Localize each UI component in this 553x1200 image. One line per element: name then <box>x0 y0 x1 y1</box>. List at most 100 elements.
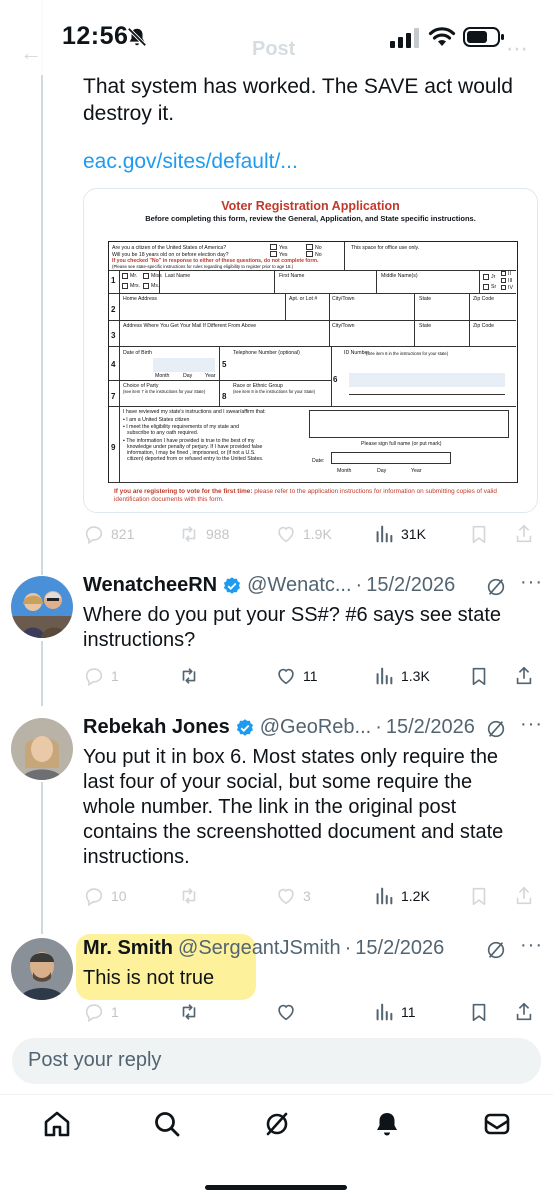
form-iii: III <box>508 278 513 284</box>
post-link[interactable]: eac.gov/sites/default/... <box>83 150 298 174</box>
author-handle[interactable]: @SergeantJSmith <box>178 937 341 960</box>
repost-button[interactable] <box>178 884 200 908</box>
form-date-month: Month <box>337 468 352 474</box>
repost-icon <box>182 668 196 684</box>
reply-actions: 1 11 1.3K <box>83 664 538 688</box>
verified-badge-icon <box>224 576 241 594</box>
author-handle[interactable]: @Wenatc... <box>247 574 351 597</box>
reply-input[interactable]: Post your reply <box>12 1038 541 1084</box>
repost-button[interactable]: 988 <box>178 522 229 546</box>
like-count: 1.9K <box>303 526 332 542</box>
silent-bell-icon <box>127 27 147 47</box>
bookmark-icon <box>472 1003 486 1022</box>
reply-count: 1 <box>111 1004 119 1020</box>
repost-button[interactable] <box>178 664 200 688</box>
thread-line <box>41 0 43 575</box>
share-button[interactable] <box>513 884 535 908</box>
author-name[interactable]: Rebekah Jones <box>83 716 230 739</box>
repost-button[interactable] <box>178 1000 200 1024</box>
more-options-icon[interactable]: ··· <box>520 571 543 594</box>
form-iv: IV <box>508 285 513 291</box>
share-button[interactable] <box>513 664 535 688</box>
views-button[interactable]: 1.3K <box>373 664 430 688</box>
repost-icon <box>182 1004 196 1020</box>
reply-composer: Post your reply <box>0 1028 553 1094</box>
form-yes: Yes <box>279 245 288 251</box>
bookmark-button[interactable] <box>468 1000 490 1024</box>
views-chart-icon <box>376 887 393 905</box>
like-button[interactable] <box>275 1000 297 1024</box>
bookmark-button[interactable] <box>468 522 490 546</box>
reply-icon <box>85 888 103 907</box>
form-subtitle: Before completing this form, review the … <box>145 214 476 223</box>
more-options-icon[interactable]: ⋯ <box>506 36 528 62</box>
header-separator: · <box>355 574 363 596</box>
form-footnote: If you are registering to vote for the f… <box>114 488 514 504</box>
reply-header: Rebekah Jones @GeoReb... · 15/2/2026 <box>83 716 475 739</box>
reply-button[interactable]: 1 <box>83 1000 119 1024</box>
grok-icon[interactable] <box>485 576 507 598</box>
repost-icon <box>182 888 196 904</box>
like-count: 11 <box>303 668 318 684</box>
heart-icon <box>278 1004 294 1021</box>
reply-button[interactable]: 1 <box>83 664 119 688</box>
reply-button[interactable]: 10 <box>83 884 127 908</box>
form-state: State <box>419 296 432 302</box>
like-count: 3 <box>303 888 311 904</box>
view-count: 1.2K <box>401 888 430 904</box>
avatar[interactable] <box>11 576 73 638</box>
author-handle[interactable]: @GeoReb... <box>260 716 371 739</box>
views-button[interactable]: 1.2K <box>373 884 430 908</box>
bookmark-button[interactable] <box>468 884 490 908</box>
form-grid: Are you a citizen of the United States o… <box>108 241 518 483</box>
form-mail-address: Address Where You Get Your Mail If Diffe… <box>123 323 257 329</box>
notifications-bell-icon[interactable] <box>372 1109 402 1139</box>
post-date: 15/2/2026 <box>366 574 456 596</box>
form-miss: Miss <box>151 273 162 279</box>
avatar[interactable] <box>11 938 73 1000</box>
reply-actions: 10 3 1.2K <box>83 884 538 908</box>
reply-text: Where do you put your SS#? #6 says see s… <box>83 604 502 651</box>
views-button[interactable]: 11 <box>373 1000 416 1024</box>
form-mr: Mr. <box>130 273 138 279</box>
search-icon[interactable] <box>152 1109 182 1139</box>
avatar[interactable] <box>11 718 73 780</box>
form-state-2: State <box>419 323 432 329</box>
thread-line <box>41 782 43 934</box>
home-icon[interactable] <box>42 1109 72 1139</box>
reply-count: 821 <box>111 526 135 542</box>
form-last-name: Last Name <box>165 273 191 279</box>
form-apt: Apt. or Lot # <box>289 296 318 302</box>
attached-image-form[interactable]: Voter Registration Application Before co… <box>83 188 538 513</box>
share-button[interactable] <box>513 1000 535 1024</box>
author-name[interactable]: Mr. Smith <box>83 937 173 960</box>
like-button[interactable]: 3 <box>275 884 311 908</box>
form-city-2: City/Town <box>332 323 355 329</box>
messages-icon[interactable] <box>482 1109 512 1139</box>
grok-icon[interactable] <box>262 1109 292 1139</box>
reply-button[interactable]: 821 <box>83 522 134 546</box>
form-row-number: 8 <box>222 392 227 401</box>
verified-badge-icon <box>236 718 253 736</box>
form-ms: Ms. <box>151 283 160 289</box>
reply-actions: 1 11 <box>83 1000 538 1024</box>
like-button[interactable]: 11 <box>275 664 318 688</box>
thread-line <box>41 641 43 706</box>
share-button[interactable] <box>513 522 535 546</box>
more-options-icon[interactable]: ··· <box>520 934 543 957</box>
back-arrow-icon[interactable]: ← <box>20 40 42 66</box>
form-yes-2: Yes <box>279 252 288 258</box>
views-button[interactable]: 31K <box>373 522 426 546</box>
grok-icon[interactable] <box>485 718 507 740</box>
form-row-number: 6 <box>333 375 338 384</box>
bookmark-button[interactable] <box>468 664 490 688</box>
form-zip-2: Zip Code <box>473 323 495 329</box>
author-name[interactable]: WenatcheeRN <box>83 574 217 597</box>
status-time: 12:56 <box>62 22 129 50</box>
more-options-icon[interactable]: ··· <box>520 713 543 736</box>
form-affirm-intro: I have reviewed my state's instructions … <box>123 409 266 415</box>
form-zip: Zip Code <box>473 296 495 302</box>
like-button[interactable]: 1.9K <box>275 522 332 546</box>
grok-icon[interactable] <box>485 939 507 961</box>
form-home-address: Home Address <box>123 296 158 302</box>
